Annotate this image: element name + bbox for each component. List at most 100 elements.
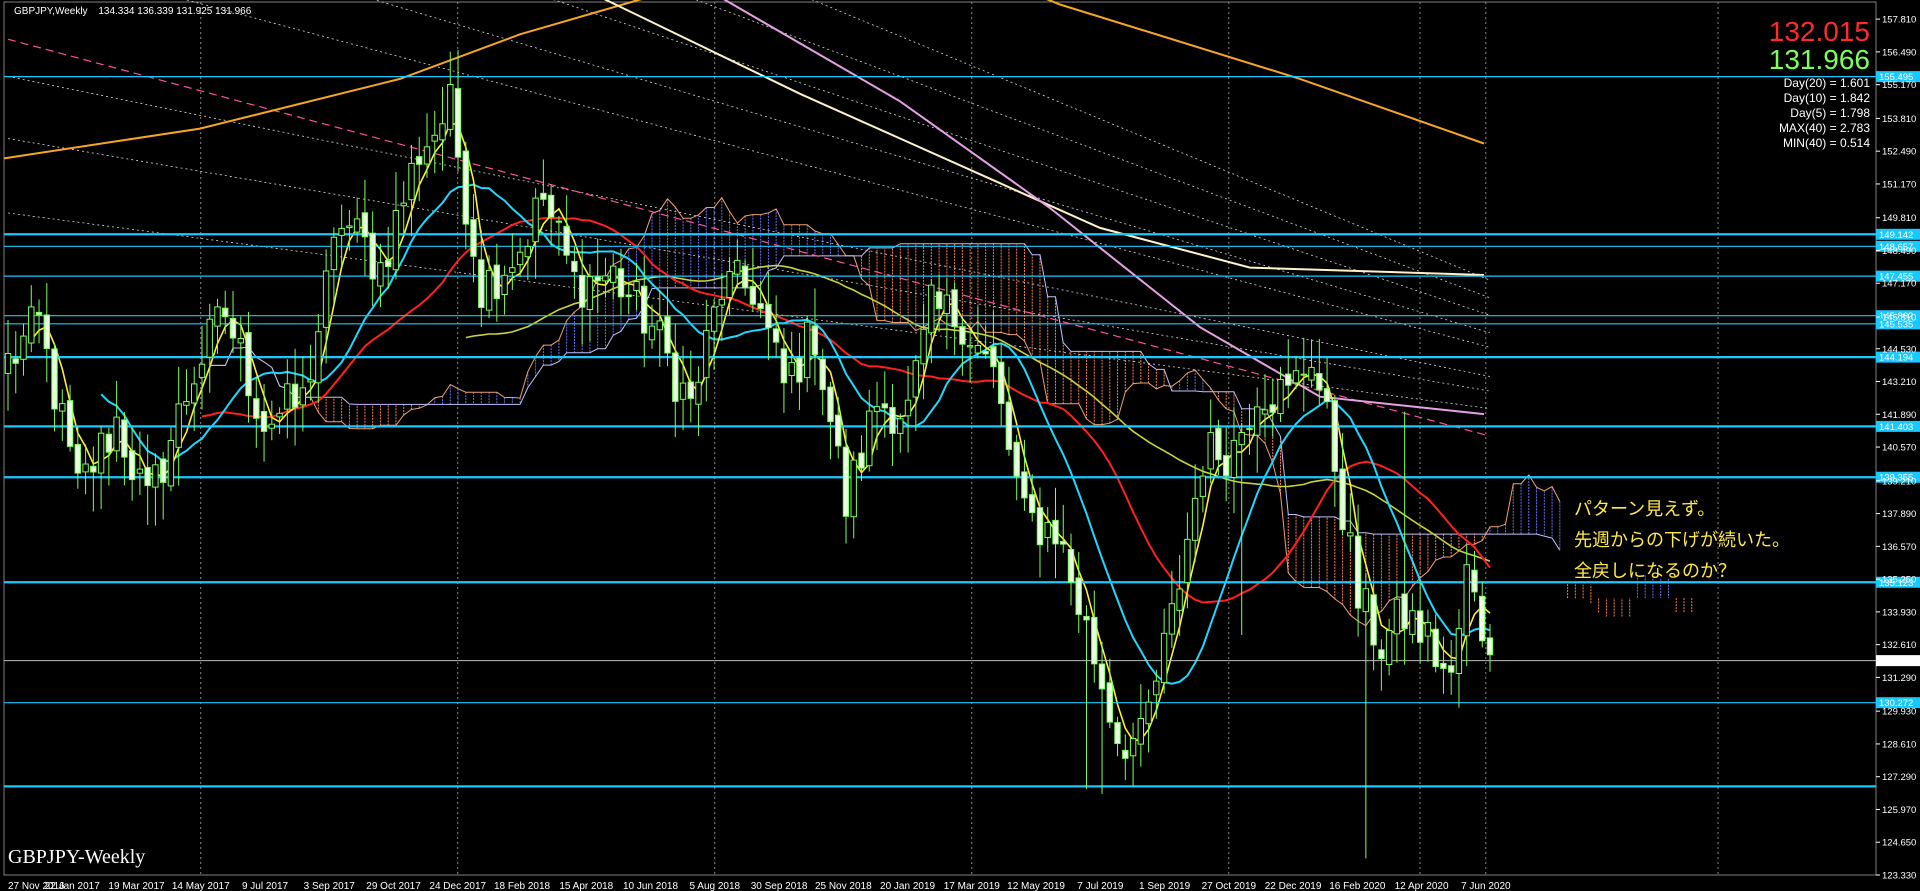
candle-body [648, 325, 656, 341]
candle-body [726, 271, 733, 298]
candle-body [1044, 522, 1051, 538]
candle-body [167, 440, 175, 487]
candle-body [128, 450, 136, 481]
candle-body [687, 381, 694, 399]
candle-body [1246, 428, 1253, 431]
x-tick-label: 7 Jul 2019 [1077, 881, 1124, 891]
candle-body [982, 350, 989, 355]
candle-body [889, 407, 896, 434]
cyan-ma [100, 183, 1491, 685]
candle-body [1440, 662, 1447, 669]
candle-body [423, 146, 431, 165]
bid-price: 131.966 [1768, 44, 1870, 75]
candle-body [780, 348, 788, 384]
candle-body [804, 321, 811, 379]
candle-body [1230, 439, 1238, 478]
candle-body [1005, 401, 1013, 450]
x-tick-label: 22 Jan 2017 [45, 881, 100, 891]
candle-body [183, 401, 190, 406]
candle-body [1153, 680, 1160, 696]
candle-body [509, 267, 516, 273]
candle-body [105, 433, 113, 453]
candle-body [757, 303, 764, 310]
level-tag-label: 141.403 [1879, 422, 1913, 433]
candle-body [400, 202, 407, 207]
candle-body [35, 311, 43, 316]
candle-body [191, 383, 198, 404]
price-chart[interactable]: 155.495149.142148.657147.455145.862145.5… [0, 0, 1920, 891]
envelope-band [185, 0, 1491, 348]
stat-min40: MIN(40) = 0.514 [1782, 136, 1870, 150]
candle-body [532, 197, 539, 243]
candle-body [718, 298, 725, 306]
candle-body [959, 326, 966, 345]
x-tick-label: 14 May 2017 [172, 881, 230, 891]
candle-body [1021, 471, 1028, 499]
candle-body [66, 400, 74, 447]
candle-body [222, 307, 229, 318]
candle-body [1378, 649, 1385, 660]
candle-body [1238, 432, 1245, 446]
candle-body [1417, 610, 1424, 643]
candle-body [493, 264, 501, 300]
x-tick-label: 10 Jun 2018 [623, 881, 678, 891]
candle-body [1029, 494, 1036, 514]
candle-body [369, 232, 376, 280]
candle-body [253, 398, 260, 419]
candle-body [641, 285, 648, 334]
y-tick-label: 129.930 [1882, 707, 1916, 718]
x-tick-label: 7 Jun 2020 [1461, 881, 1511, 891]
candle-body [1362, 588, 1369, 613]
candle-body [12, 358, 19, 364]
pink-dashed-ma [7, 38, 1491, 437]
candle-body [1393, 598, 1401, 635]
candle-body [679, 382, 687, 400]
candle-body [579, 274, 586, 308]
y-tick-label: 135.250 [1882, 575, 1916, 586]
candle-body [1114, 722, 1121, 744]
candle-body [361, 212, 369, 238]
candle-body [672, 352, 679, 402]
candle-body [160, 458, 167, 483]
x-tick-label: 24 Dec 2017 [429, 881, 486, 891]
candle-body [330, 236, 338, 271]
candle-body [1486, 637, 1494, 656]
candle-body [1168, 603, 1176, 635]
y-tick-label: 131.290 [1882, 673, 1916, 684]
candle-body [322, 270, 330, 328]
candle-body [1323, 388, 1331, 403]
candle-body [214, 306, 221, 327]
y-tick-label: 157.810 [1882, 15, 1916, 26]
y-tick-label: 147.170 [1882, 279, 1916, 290]
x-tick-label: 16 Feb 2020 [1329, 881, 1386, 891]
y-tick-label: 145.810 [1882, 312, 1916, 323]
candle-body [1075, 577, 1082, 615]
candle-body [571, 260, 578, 273]
candle-body [20, 335, 27, 360]
candle-body [152, 464, 159, 488]
x-tick-label: 18 Feb 2018 [494, 881, 551, 891]
candle-body [1122, 749, 1129, 759]
candle-body [501, 274, 508, 295]
x-tick-label: 17 Mar 2019 [944, 881, 1001, 891]
candle-body [695, 381, 702, 405]
candle-body [1471, 569, 1478, 593]
candle-body [540, 192, 547, 200]
candle-body [819, 358, 826, 391]
y-tick-label: 136.570 [1882, 542, 1916, 553]
y-tick-label: 156.490 [1882, 47, 1916, 58]
candle-body [59, 403, 66, 412]
candle-body [1223, 455, 1230, 477]
y-tick-label: 132.610 [1882, 640, 1916, 651]
candle-body [175, 403, 182, 448]
annotation-note-3: 全戻しになるのか？ [1574, 561, 1736, 582]
candle-body [338, 227, 345, 236]
candle-body [346, 225, 353, 228]
candle-body [447, 84, 454, 130]
candle-body [741, 265, 749, 289]
candle-body [1463, 564, 1470, 637]
candle-body [850, 459, 857, 518]
y-tick-label: 124.650 [1882, 838, 1916, 849]
candle-body [1300, 373, 1307, 376]
chart-header: GBPJPY,Weekly 134.334 136.339 131.925 13… [14, 6, 251, 17]
